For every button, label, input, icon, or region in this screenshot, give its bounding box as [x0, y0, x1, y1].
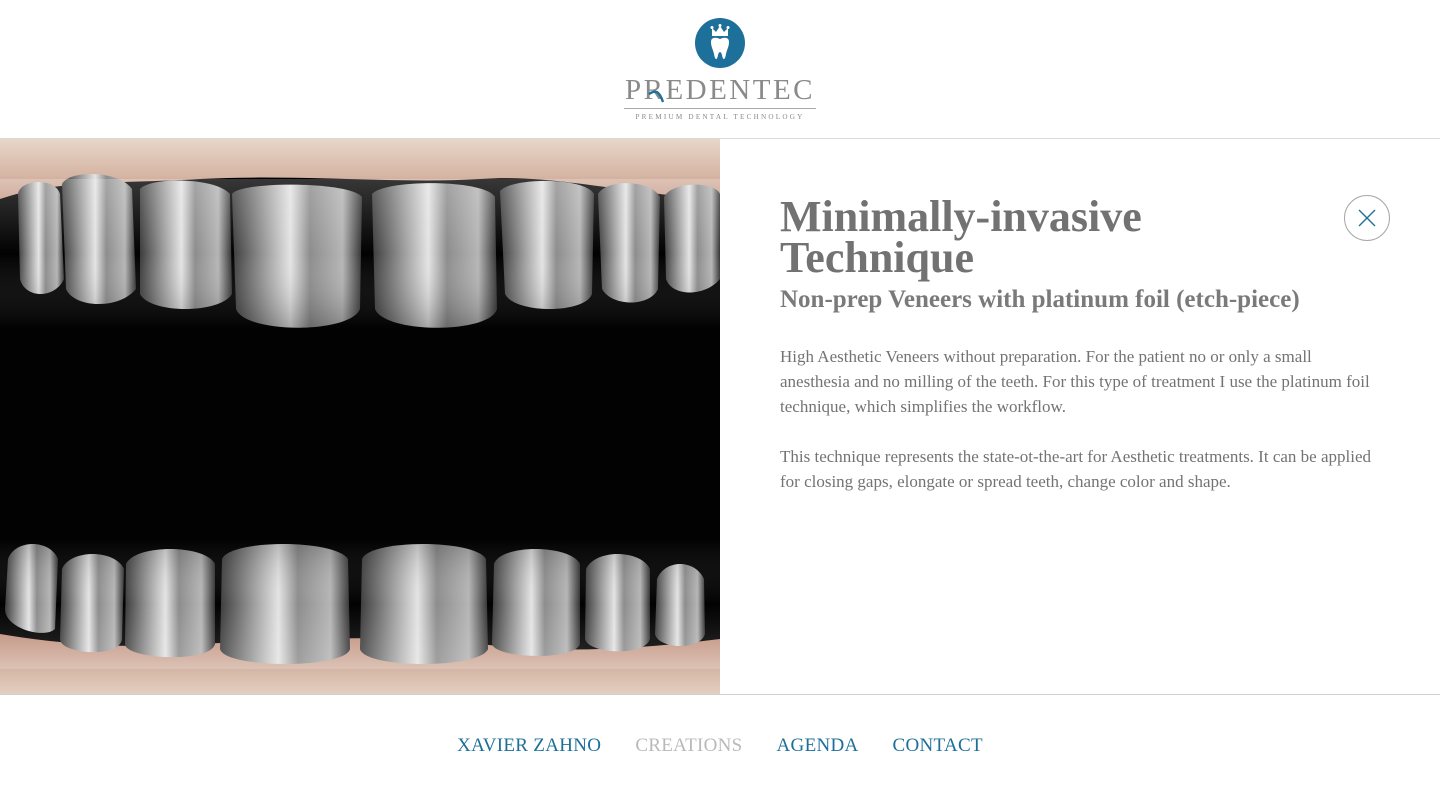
nav-item-agenda[interactable]: AGENDA — [777, 735, 859, 757]
close-icon — [1358, 209, 1376, 227]
brand-tagline: PREMIUM DENTAL TECHNOLOGY — [635, 113, 805, 121]
detail-subtitle: Non-prep Veneers with platinum foil (etc… — [780, 286, 1300, 313]
brand-logo[interactable]: PREDENTEC PREMIUM DENTAL TECHNOLOGY — [620, 18, 820, 122]
site-footer: XAVIER ZAHNO CREATIONS AGENDA CONTACT — [0, 694, 1440, 800]
brand-name: PREDENTEC — [624, 74, 816, 106]
nav-item-xavier-zahno[interactable]: XAVIER ZAHNO — [457, 735, 601, 757]
nav-item-creations[interactable]: CREATIONS — [635, 735, 742, 757]
brand-swoosh-icon — [648, 90, 665, 103]
site-header: PREDENTEC PREMIUM DENTAL TECHNOLOGY — [0, 0, 1440, 139]
close-button[interactable] — [1344, 195, 1390, 241]
main-nav: XAVIER ZAHNO CREATIONS AGENDA CONTACT — [0, 735, 1440, 757]
nav-item-contact[interactable]: CONTACT — [893, 735, 983, 757]
tooth-crown-icon — [695, 18, 745, 68]
detail-paragraph-2: This technique represents the state-ot-t… — [780, 447, 1371, 491]
detail-panel: Minimally-invasive Technique Non-prep Ve… — [720, 139, 1440, 694]
detail-title: Minimally-invasive Technique — [780, 192, 1142, 282]
platinum-foil-veneers-photo — [0, 139, 720, 694]
detail-paragraph-1: High Aesthetic Veneers without preparati… — [780, 347, 1370, 416]
brand-divider — [624, 108, 816, 109]
